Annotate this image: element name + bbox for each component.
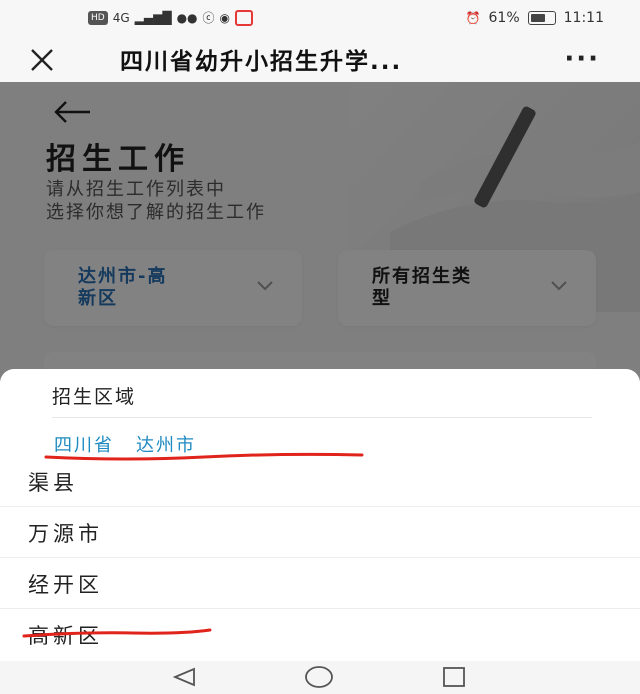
status-icons-right: ⏰ 61% 11:11 <box>466 10 604 26</box>
list-item[interactable]: 万源市 <box>0 507 640 558</box>
divider <box>52 417 592 418</box>
option-label: 渠县 <box>28 471 78 495</box>
recent-apps-icon[interactable] <box>442 666 466 688</box>
list-item[interactable]: 渠县 <box>0 456 640 507</box>
home-circle-icon[interactable] <box>304 665 334 689</box>
more-icon[interactable]: ··· <box>564 44 600 74</box>
battery-percent: 61% <box>488 10 520 26</box>
annotation-underline <box>22 628 212 638</box>
network-type-label: 4G <box>112 11 130 25</box>
system-nav-bar <box>0 661 640 694</box>
wechat-icon: ●● <box>176 11 198 25</box>
status-bar: HD 4G ▂▄▆█ ●● ⓒ ◉ ⏰ 61% 11:11 <box>0 0 640 38</box>
alarm-icon: ⏰ <box>465 11 481 25</box>
copyright-icon: ⓒ <box>202 11 215 25</box>
option-label: 万源市 <box>28 522 103 546</box>
globe-icon: ◉ <box>219 11 231 25</box>
option-label: 经开区 <box>28 573 103 597</box>
back-triangle-icon[interactable] <box>172 667 198 687</box>
notification-icon <box>235 10 254 26</box>
sheet-title: 招生区域 <box>52 386 137 408</box>
status-icons-left: HD 4G ▂▄▆█ ●● ⓒ ◉ <box>88 10 254 26</box>
modal-overlay[interactable] <box>0 82 640 382</box>
app-title: 四川省幼升小招生升学... <box>120 49 403 75</box>
hd-badge: HD <box>88 11 108 25</box>
title-bar: 四川省幼升小招生升学... ··· <box>0 38 640 82</box>
list-item[interactable]: 经开区 <box>0 558 640 609</box>
signal-icon: ▂▄▆█ <box>134 11 172 25</box>
battery-icon <box>527 11 556 25</box>
region-picker-sheet: 招生区域 四川省 达州市 渠县 万源市 经开区 高新区 <box>0 369 640 661</box>
clock: 11:11 <box>563 10 604 26</box>
close-icon[interactable] <box>28 46 56 74</box>
